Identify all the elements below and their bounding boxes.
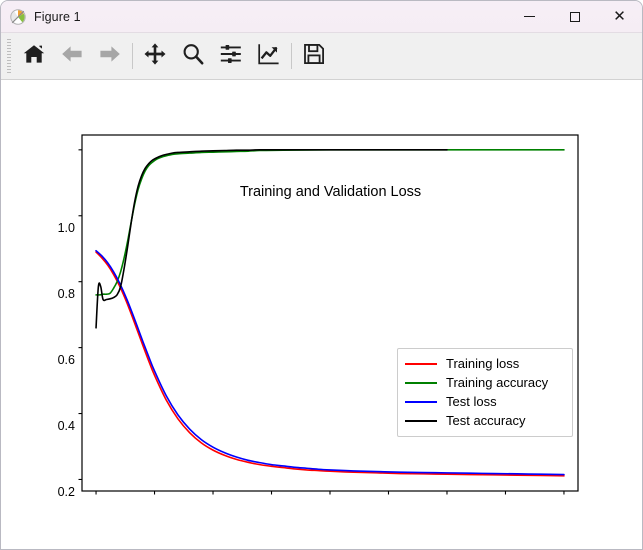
magnifier-icon — [181, 42, 205, 71]
chart-legend[interactable]: Training loss Training accuracy Test loss T… — [397, 348, 573, 437]
legend-label: Training loss — [446, 356, 520, 371]
legend-item[interactable]: Test loss — [405, 392, 565, 411]
y-tick-label: 0.6 — [57, 352, 75, 367]
y-tick-label: 0.4 — [57, 418, 75, 433]
move-icon — [143, 42, 167, 71]
matplotlib-icon — [10, 8, 26, 25]
maximize-icon — [569, 11, 580, 22]
axes-plot-area — [78, 134, 579, 495]
home-icon — [22, 42, 46, 71]
window-title: Figure 1 — [34, 9, 81, 24]
y-tick-label: 0.2 — [57, 484, 75, 499]
chart-arrow-icon — [257, 42, 281, 71]
minimize-icon — [524, 16, 535, 17]
legend-item[interactable]: Training loss — [405, 354, 565, 373]
arrow-left-icon — [60, 42, 84, 71]
toolbar-separator — [132, 43, 133, 69]
floppy-disk-icon — [302, 42, 326, 71]
legend-label: Training accuracy — [446, 375, 549, 390]
figure-window: Figure 1 ✕ Training and Validation Loss … — [0, 0, 643, 550]
legend-color-swatch — [405, 419, 437, 422]
subplots-button[interactable] — [212, 37, 250, 75]
title-bar: Figure 1 ✕ — [1, 1, 642, 33]
arrow-right-icon — [98, 42, 122, 71]
legend-color-swatch — [405, 381, 437, 384]
zoom-button[interactable] — [174, 37, 212, 75]
save-button[interactable] — [295, 37, 333, 75]
toolbar-grip[interactable] — [7, 39, 11, 73]
legend-item[interactable]: Test accuracy — [405, 411, 565, 430]
y-tick-label: 1.0 — [57, 220, 75, 235]
window-controls: ✕ — [507, 1, 642, 32]
minimize-button[interactable] — [507, 1, 552, 32]
home-button[interactable] — [15, 37, 53, 75]
y-axis-tick-labels: 0.00.20.40.60.81.0 — [1, 80, 75, 549]
close-button[interactable]: ✕ — [597, 1, 642, 32]
y-tick-label: 0.8 — [57, 286, 75, 301]
toolbar-separator-2 — [291, 43, 292, 69]
sliders-icon — [219, 42, 243, 71]
close-icon: ✕ — [613, 7, 626, 25]
navigation-toolbar — [1, 33, 642, 80]
maximize-button[interactable] — [552, 1, 597, 32]
legend-item[interactable]: Training accuracy — [405, 373, 565, 392]
customize-button[interactable] — [250, 37, 288, 75]
pan-button[interactable] — [136, 37, 174, 75]
figure-canvas[interactable]: Training and Validation Loss 0.00.20.40.… — [1, 80, 642, 549]
forward-button[interactable] — [91, 37, 129, 75]
plot-figure: Training and Validation Loss 0.00.20.40.… — [1, 80, 642, 549]
legend-color-swatch — [405, 362, 437, 365]
back-button[interactable] — [53, 37, 91, 75]
legend-label: Test accuracy — [446, 413, 526, 428]
legend-label: Test loss — [446, 394, 497, 409]
chart-title: Training and Validation Loss — [239, 184, 422, 200]
legend-color-swatch — [405, 400, 437, 403]
